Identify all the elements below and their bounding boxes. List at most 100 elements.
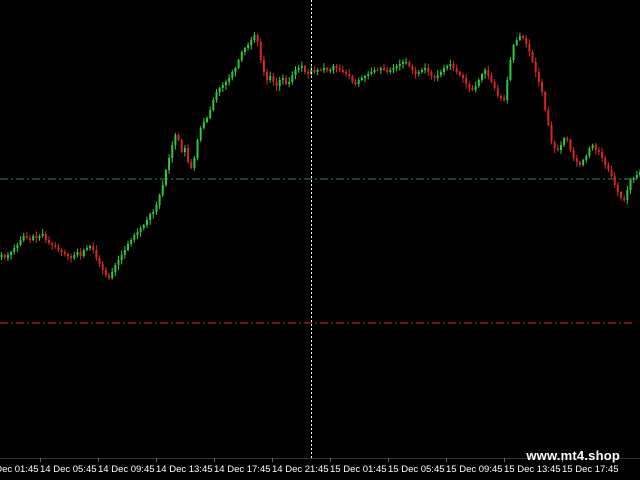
candle <box>294 65 297 80</box>
candle-body <box>354 82 357 84</box>
candle <box>506 76 509 104</box>
candle-body <box>585 156 588 160</box>
candle-body <box>392 68 395 70</box>
candle <box>183 144 186 157</box>
candle-body <box>348 74 351 76</box>
candle-body <box>38 236 41 238</box>
candle-body <box>493 82 496 88</box>
candle-body <box>408 62 411 66</box>
candle-body <box>262 60 265 72</box>
candle-body <box>133 235 136 240</box>
candle-body <box>563 138 566 145</box>
candle-body <box>465 78 468 84</box>
candle-body <box>269 76 272 80</box>
candle <box>635 170 638 180</box>
candle-body <box>496 88 499 96</box>
candle <box>89 244 92 251</box>
candle-body <box>607 165 610 170</box>
candle <box>224 79 227 90</box>
candle <box>443 64 446 76</box>
candle-body <box>228 78 231 82</box>
candle <box>272 73 275 86</box>
candle <box>19 236 22 247</box>
candle <box>468 81 471 93</box>
candle <box>367 71 370 80</box>
candle-body <box>556 148 559 150</box>
candle-body <box>395 66 398 68</box>
candle <box>278 76 281 91</box>
candle-body <box>531 52 534 62</box>
candle <box>556 144 559 152</box>
candle-body <box>632 178 635 180</box>
candle <box>164 168 167 187</box>
candle <box>341 65 344 74</box>
candle-body <box>462 75 464 78</box>
candle-body <box>468 84 471 88</box>
candle-body <box>383 68 385 70</box>
candle-body <box>512 45 515 60</box>
chart-area[interactable]: 14 Dec 01:4514 Dec 05:4514 Dec 09:4514 D… <box>0 0 640 480</box>
candle <box>408 60 411 68</box>
candle-body <box>525 38 528 44</box>
candle <box>133 233 136 243</box>
candle-body <box>19 240 22 245</box>
candle <box>480 72 483 83</box>
candle-body <box>322 68 325 70</box>
candle <box>108 272 111 280</box>
candle-body <box>174 135 177 145</box>
candle <box>98 255 101 267</box>
candle-body <box>436 75 439 78</box>
candle-body <box>389 70 392 72</box>
candle-body <box>338 68 341 70</box>
candle <box>433 74 436 82</box>
candle-body <box>48 240 50 243</box>
candle <box>35 231 38 243</box>
candle-body <box>575 158 578 162</box>
candle-body <box>452 64 455 68</box>
candle-body <box>57 247 60 250</box>
candle-body <box>29 238 32 240</box>
candle <box>417 69 420 77</box>
candle-body <box>591 145 594 148</box>
candle <box>449 59 452 70</box>
candle-body <box>544 92 547 110</box>
candle <box>563 136 566 147</box>
candle-body <box>98 258 101 264</box>
x-tick-label: 15 Dec 05:45 <box>388 464 445 475</box>
candle-body <box>313 70 316 72</box>
candle-body <box>480 74 483 80</box>
candle-body <box>155 205 158 212</box>
candlestick-chart[interactable]: 14 Dec 01:4514 Dec 05:4514 Dec 09:4514 D… <box>0 0 640 480</box>
candle <box>370 67 373 76</box>
candle <box>578 160 581 168</box>
candle <box>379 66 382 74</box>
candle-body <box>206 118 208 122</box>
candle-body <box>92 246 95 250</box>
candle <box>25 232 28 240</box>
candle <box>95 245 98 261</box>
candle-body <box>256 35 259 42</box>
candle-body <box>266 72 269 80</box>
candle-body <box>547 110 550 125</box>
candle-body <box>616 185 619 192</box>
candle <box>616 182 619 197</box>
candle-body <box>44 234 47 240</box>
candle-body <box>247 45 250 48</box>
candle-body <box>168 158 171 170</box>
candle-body <box>32 236 35 240</box>
candle-body <box>373 70 376 72</box>
candle-body <box>104 270 107 275</box>
candle <box>313 66 316 74</box>
candle <box>493 79 496 90</box>
candle <box>101 261 104 275</box>
candle-body <box>108 275 111 278</box>
candle <box>357 77 360 88</box>
candle <box>259 38 262 63</box>
candle <box>180 138 183 154</box>
candle <box>79 247 82 260</box>
candle-body <box>164 170 167 185</box>
candle <box>629 178 632 194</box>
candle <box>117 255 120 270</box>
candle-body <box>218 88 221 92</box>
candle <box>243 46 246 56</box>
